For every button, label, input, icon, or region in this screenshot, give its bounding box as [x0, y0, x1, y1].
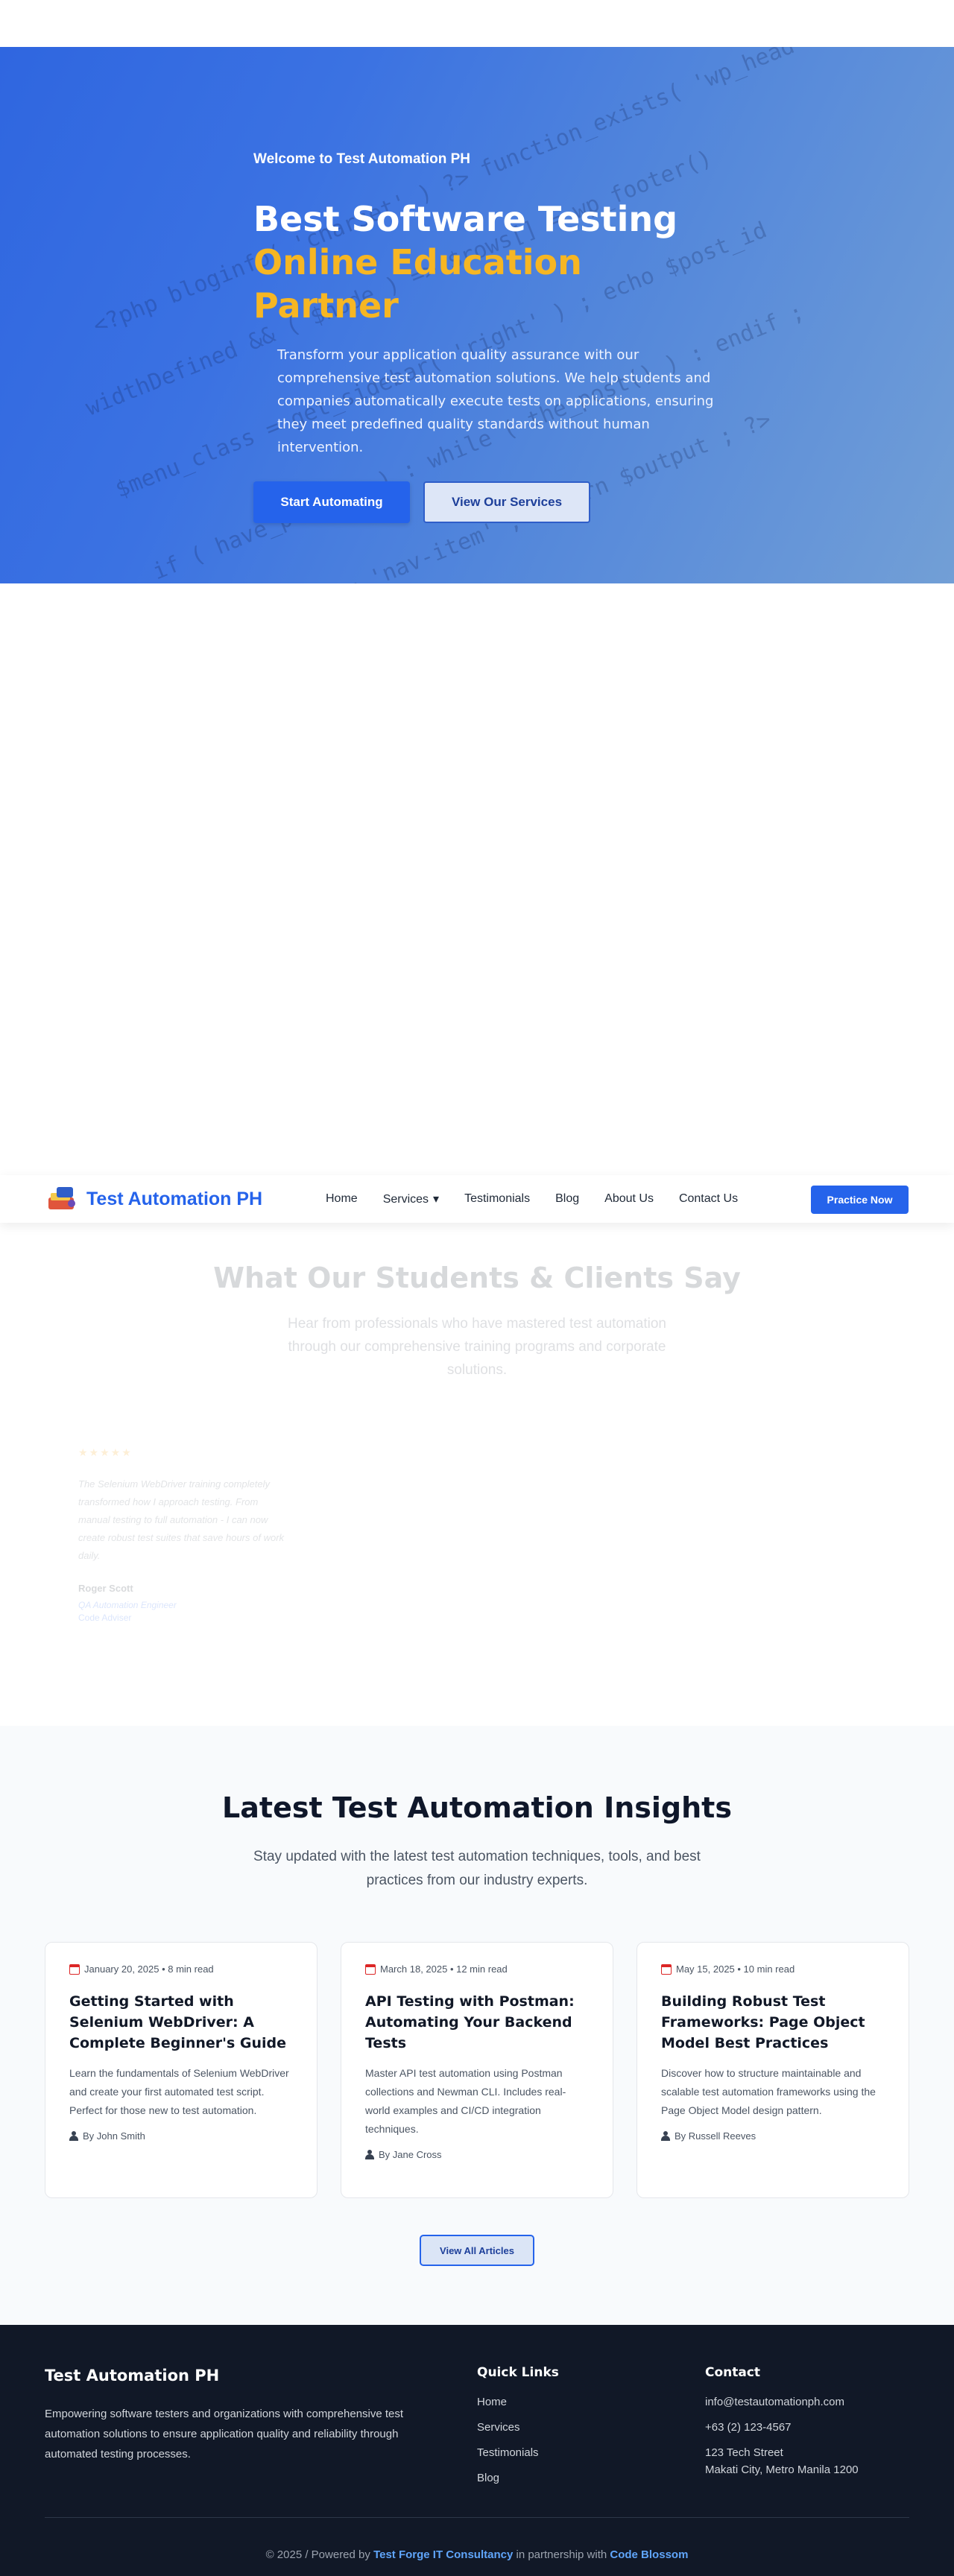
article-title[interactable]: Building Robust Test Frameworks: Page Ob…	[661, 1991, 885, 2054]
star-rating-icon: ★★★★★	[78, 1446, 133, 1458]
nav-about[interactable]: About Us	[604, 1192, 654, 1206]
footer-divider	[45, 2517, 909, 2518]
contact-address-line2: Makati City, Metro Manila 1200	[705, 2463, 859, 2476]
nav-links: Home Services ▾ Testimonials Blog About U…	[326, 1192, 763, 1206]
nav-services[interactable]: Services ▾	[383, 1192, 439, 1206]
view-services-button[interactable]: View Our Services	[423, 481, 590, 523]
article-card[interactable]: March 18, 2025 • 12 min read API Testing…	[341, 1942, 613, 2198]
partnership-text: in partnership with	[513, 2548, 610, 2561]
calendar-icon	[69, 1963, 80, 1975]
hero-title-line2: Online Education Partner	[253, 242, 582, 326]
article-author: By Russell Reeves	[661, 2130, 885, 2142]
hero-welcome: Welcome to Test Automation PH	[253, 151, 471, 167]
chevron-down-icon: ▾	[433, 1193, 440, 1206]
article-date: January 20, 2025 • 8 min read	[84, 1963, 214, 1975]
hero-buttons: Start Automating View Our Services	[253, 481, 730, 523]
article-card[interactable]: January 20, 2025 • 8 min read Getting St…	[45, 1942, 318, 2198]
logo-icon	[48, 1187, 75, 1209]
contact-email[interactable]: info@testautomationph.com	[705, 2395, 859, 2409]
article-meta: March 18, 2025 • 12 min read	[365, 1963, 589, 1975]
powered-by-link[interactable]: Test Forge IT Consultancy	[373, 2548, 513, 2561]
article-date: March 18, 2025 • 12 min read	[380, 1963, 508, 1975]
user-icon	[365, 2150, 374, 2159]
footer-description: Empowering software testers and organiza…	[45, 2408, 404, 2461]
article-title[interactable]: API Testing with Postman: Automating You…	[365, 1991, 589, 2054]
site-footer: Test Automation PH Empowering software t…	[0, 2325, 954, 2576]
hero-content: Welcome to Test Automation PH Best Softw…	[253, 151, 730, 523]
nav-contact[interactable]: Contact Us	[679, 1192, 738, 1206]
footer-quick-links: Quick Links Home Services Testimonials B…	[477, 2365, 559, 2496]
article-card[interactable]: May 15, 2025 • 10 min read Building Robu…	[636, 1942, 909, 2198]
article-excerpt: Learn the fundamentals of Selenium WebDr…	[69, 2067, 289, 2116]
user-icon	[69, 2131, 78, 2141]
article-author-name: By Jane Cross	[379, 2149, 442, 2160]
footer-contact: Contact info@testautomationph.com +63 (2…	[705, 2365, 859, 2488]
start-automating-button[interactable]: Start Automating	[253, 481, 410, 523]
brand[interactable]: Test Automation PH	[46, 1186, 262, 1212]
calendar-icon	[661, 1963, 672, 1975]
hero-title-line1: Best Software Testing	[253, 199, 678, 239]
nav-blog[interactable]: Blog	[555, 1192, 579, 1206]
hero-section: <?php bloginfo( 'charset' ) ?> function_…	[0, 47, 954, 583]
user-icon	[661, 2131, 670, 2141]
footer-link-blog[interactable]: Blog	[477, 2471, 559, 2485]
article-author: By Jane Cross	[365, 2149, 589, 2160]
article-excerpt: Discover how to structure maintainable a…	[661, 2067, 876, 2116]
article-author: By John Smith	[69, 2130, 293, 2142]
footer-brand: Test Automation PH	[45, 2367, 220, 2384]
insights-subtitle: Stay updated with the latest test automa…	[253, 1849, 701, 1888]
article-author-name: By Russell Reeves	[675, 2130, 756, 2142]
footer-link-services[interactable]: Services	[477, 2420, 559, 2434]
testimonial-author: Roger Scott	[78, 1583, 133, 1594]
nav-services-label: Services	[382, 1193, 429, 1206]
contact-phone[interactable]: +63 (2) 123-4567	[705, 2420, 859, 2434]
testimonials-section: What Our Students & Clients Say Hear fro…	[0, 1223, 954, 1726]
footer-copyright: © 2025 / Powered by Test Forge IT Consul…	[0, 2548, 954, 2561]
contact-title: Contact	[705, 2365, 761, 2380]
view-all-articles-button[interactable]: View All Articles	[420, 2235, 534, 2266]
main-navbar: Test Automation PH Home Services ▾ Testim…	[0, 1175, 954, 1223]
article-title[interactable]: Getting Started with Selenium WebDriver:…	[69, 1991, 293, 2054]
article-meta: May 15, 2025 • 10 min read	[661, 1963, 885, 1975]
article-author-name: By John Smith	[83, 2130, 145, 2142]
article-excerpt: Master API test automation using Postman…	[365, 2067, 566, 2135]
testimonial-card: ★★★★★ The Selenium WebDriver training co…	[78, 1446, 287, 1623]
nav-testimonials[interactable]: Testimonials	[464, 1192, 530, 1206]
footer-link-home[interactable]: Home	[477, 2395, 559, 2409]
article-date: May 15, 2025 • 10 min read	[676, 1963, 795, 1975]
contact-address-line1: 123 Tech Street	[705, 2446, 783, 2459]
testimonials-title: What Our Students & Clients Say	[213, 1262, 741, 1294]
testimonial-quote: The Selenium WebDriver training complete…	[78, 1478, 285, 1561]
calendar-icon	[365, 1963, 376, 1975]
practice-now-button[interactable]: Practice Now	[811, 1186, 909, 1214]
quick-links-title: Quick Links	[477, 2365, 559, 2380]
article-meta: January 20, 2025 • 8 min read	[69, 1963, 293, 1975]
testimonial-company: Code Adviser	[78, 1613, 132, 1623]
copyright-prefix: © 2025 / Powered by	[265, 2548, 374, 2561]
testimonial-role: QA Automation Engineer	[78, 1600, 177, 1610]
hero-description: Transform your application quality assur…	[277, 347, 714, 455]
insights-title: Latest Test Automation Insights	[222, 1791, 732, 1824]
partner-link[interactable]: Code Blossom	[610, 2548, 688, 2561]
footer-link-testimonials[interactable]: Testimonials	[477, 2446, 559, 2460]
insights-section: Latest Test Automation Insights Stay upd…	[0, 1726, 954, 2325]
brand-name: Test Automation PH	[86, 1188, 263, 1209]
testimonials-subtitle: Hear from professionals who have mastere…	[288, 1316, 666, 1378]
nav-home[interactable]: Home	[326, 1192, 358, 1206]
